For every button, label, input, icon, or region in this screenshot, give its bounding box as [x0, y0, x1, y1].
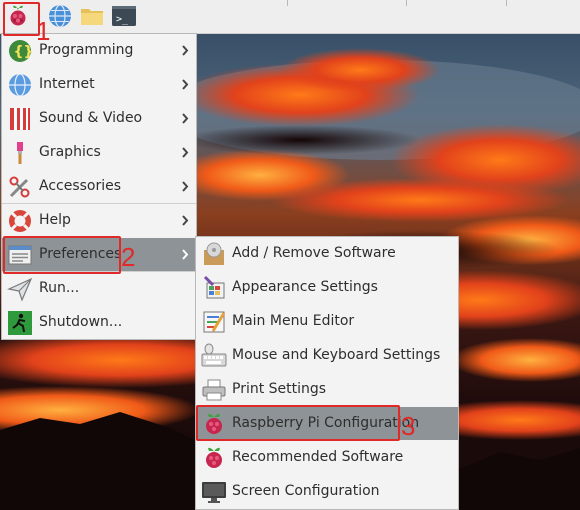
chevron-right-icon [182, 113, 189, 124]
file-manager-icon [81, 9, 103, 25]
raspberry-pi-icon [206, 447, 222, 468]
chevron-right-icon [182, 181, 189, 192]
appearance-settings-icon [203, 275, 225, 299]
menu-item-label: Help [39, 212, 71, 228]
panel-divider [287, 0, 288, 6]
submenu-item-appearance-settings[interactable]: Appearance Settings [196, 271, 458, 304]
panel-divider [506, 0, 507, 6]
help-icon [9, 210, 31, 232]
menu-item-sound-video[interactable]: Sound & Video [2, 102, 196, 135]
printer-icon [202, 379, 226, 401]
menu-item-internet[interactable]: Internet [2, 68, 196, 101]
submenu-item-label: Mouse and Keyboard Settings [232, 347, 441, 363]
svg-text:{}: {} [14, 44, 34, 60]
panel-divider [406, 0, 407, 6]
terminal-launcher[interactable]: >_ [111, 3, 137, 29]
accessories-icon [9, 176, 30, 198]
menu-item-label: Run... [39, 280, 80, 296]
menu-item-label: Shutdown... [39, 314, 123, 330]
submenu-item-label: Main Menu Editor [232, 313, 355, 329]
submenu-item-screen-configuration[interactable]: Screen Configuration [196, 475, 458, 508]
submenu-item-label: Print Settings [232, 381, 327, 397]
menu-item-programming[interactable]: {} Programming [2, 34, 196, 67]
annotation-number-2: 2 [121, 242, 136, 272]
annotation-box-step-2 [3, 236, 121, 274]
submenu-item-label: Add / Remove Software [232, 245, 396, 261]
annotation-number-3: 3 [401, 411, 416, 441]
menu-item-label: Accessories [39, 178, 122, 194]
terminal-glyph: >_ [116, 14, 129, 25]
submenu-item-label: Appearance Settings [232, 279, 378, 295]
menu-item-shutdown[interactable]: Shutdown... [2, 306, 196, 339]
submenu-item-print-settings[interactable]: Print Settings [196, 373, 458, 406]
annotation-number-1: 1 [36, 16, 51, 46]
chevron-right-icon [182, 215, 189, 226]
submenu-item-add-remove-software[interactable]: Add / Remove Software [196, 237, 458, 270]
shutdown-icon [8, 311, 32, 335]
chevron-right-icon [182, 249, 189, 260]
submenu-item-recommended-software[interactable]: Recommended Software [196, 441, 458, 474]
terminal-icon: >_ [112, 6, 136, 26]
chevron-right-icon [182, 147, 189, 158]
main-menu-editor-icon [203, 311, 226, 333]
submenu-item-label: Screen Configuration [232, 483, 380, 499]
mouse-keyboard-icon [201, 343, 227, 367]
menu-item-accessories[interactable]: Accessories [2, 170, 196, 203]
run-icon [7, 277, 33, 302]
web-browser-launcher[interactable] [47, 3, 73, 29]
menu-item-label: Programming [39, 42, 134, 58]
internet-icon [9, 73, 31, 97]
menu-item-label: Sound & Video [39, 110, 143, 126]
submenu-item-main-menu-editor[interactable]: Main Menu Editor [196, 305, 458, 338]
preferences-submenu: Add / Remove Software Appearance Setting… [195, 236, 459, 510]
chevron-right-icon [182, 79, 189, 90]
top-panel: >_ [0, 0, 580, 34]
programming-icon: {} [9, 40, 34, 62]
submenu-item-label: Recommended Software [232, 449, 404, 465]
chevron-right-icon [182, 45, 189, 56]
monitor-icon [202, 482, 226, 503]
add-remove-software-icon [204, 242, 224, 265]
menu-item-label: Internet [39, 76, 95, 92]
menu-item-run[interactable]: Run... [2, 272, 196, 305]
main-menu: {} Programming Internet Sound & Video Gr… [1, 33, 197, 340]
annotation-box-step-1 [3, 2, 40, 36]
menu-item-help[interactable]: Help [2, 204, 196, 237]
graphics-icon [17, 142, 23, 164]
menu-item-graphics[interactable]: Graphics [2, 136, 196, 169]
file-manager-launcher[interactable] [79, 3, 105, 29]
annotation-box-step-3 [196, 405, 400, 441]
menu-item-label: Graphics [39, 144, 101, 160]
sound-video-icon [10, 108, 30, 130]
submenu-item-mouse-keyboard-settings[interactable]: Mouse and Keyboard Settings [196, 339, 458, 372]
web-browser-icon [49, 4, 71, 28]
